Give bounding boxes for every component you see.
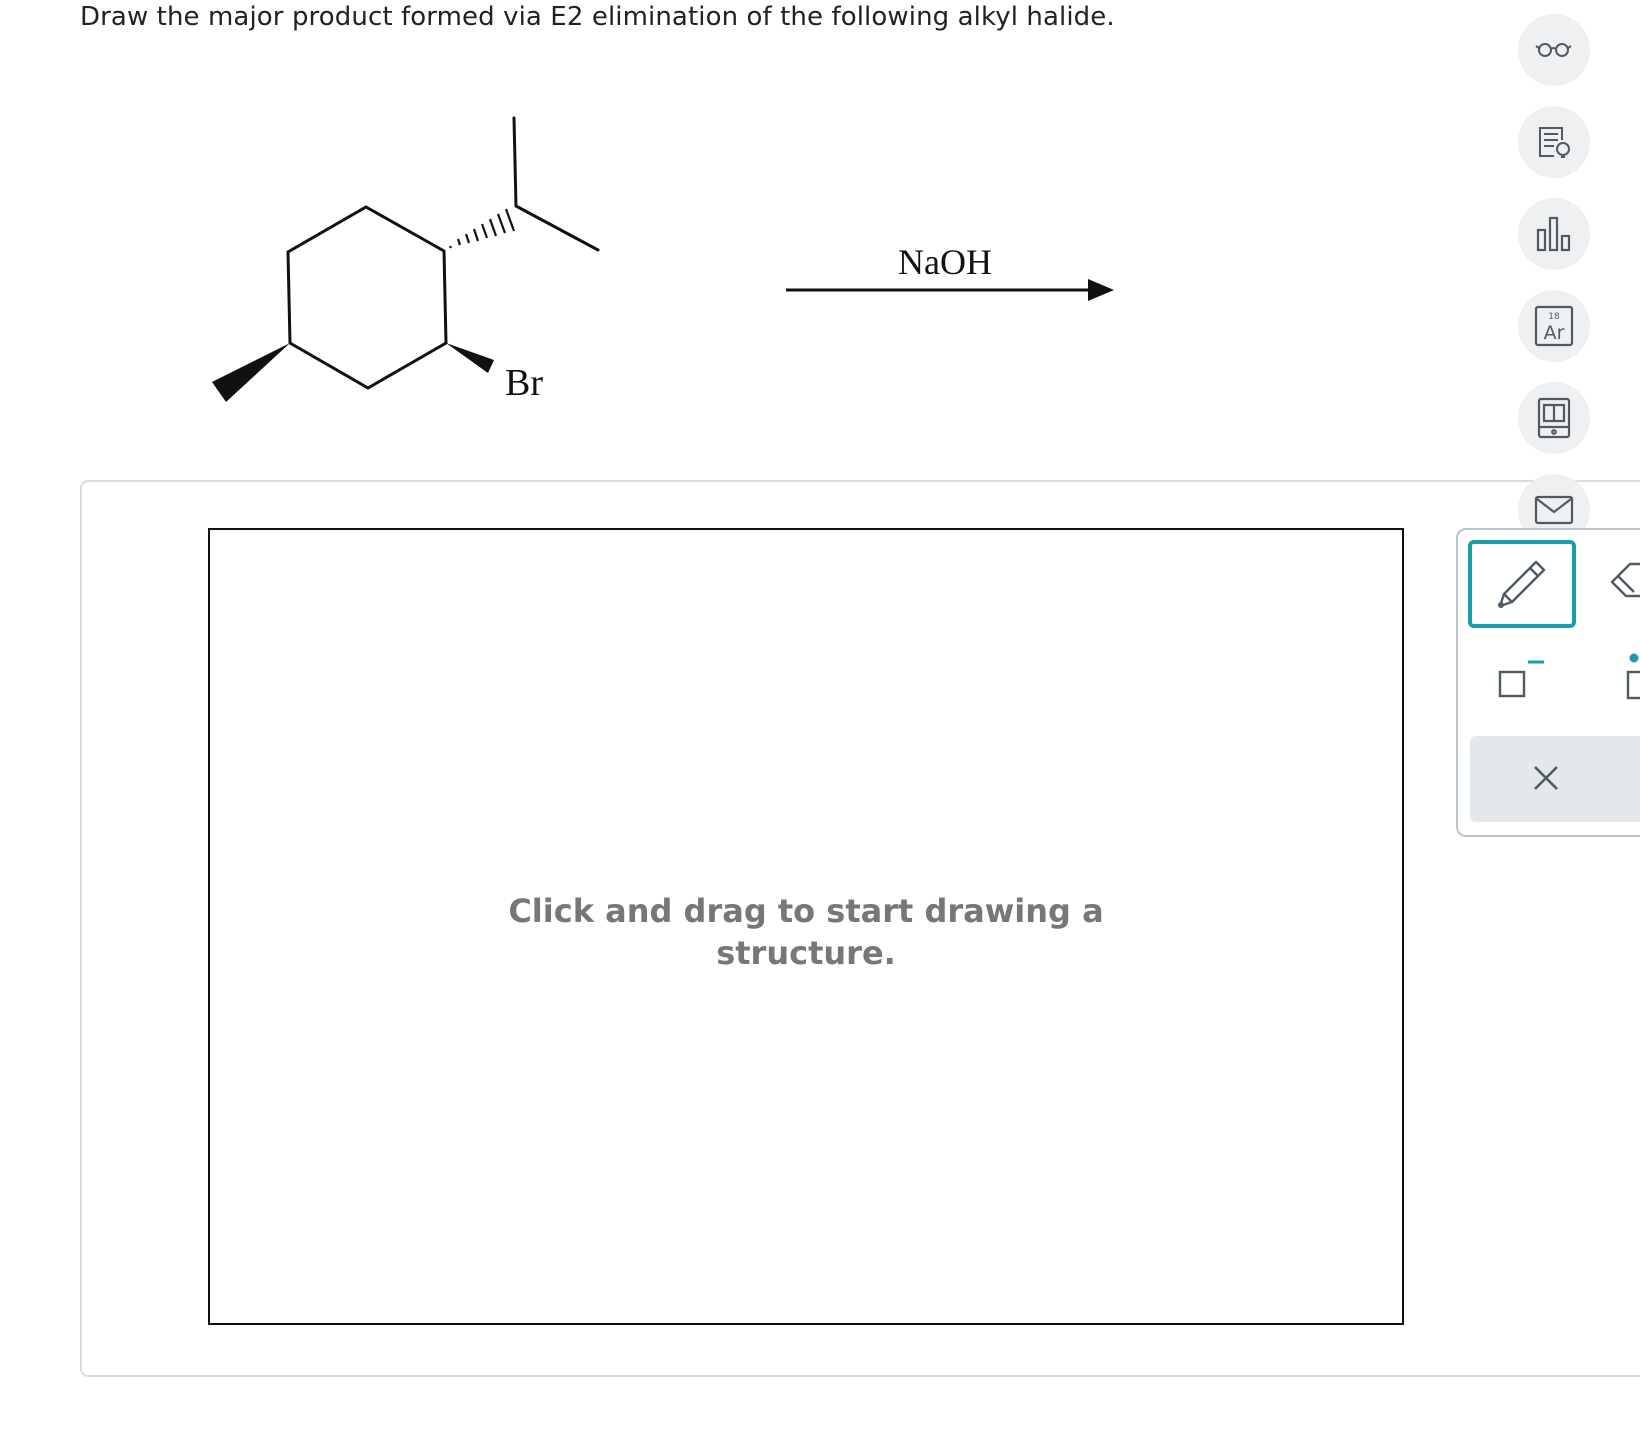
negative-charge-tool[interactable] [1498, 658, 1548, 704]
negative-charge-icon [1498, 660, 1544, 698]
isopropyl-ch-to-top-methyl [512, 116, 518, 208]
reaction-arrow-group: NaOH [780, 235, 1120, 305]
pencil-tool[interactable] [1468, 540, 1576, 628]
hint-button[interactable] [1518, 106, 1590, 178]
svg-text:18: 18 [1548, 312, 1560, 322]
hint-document-icon [1539, 127, 1570, 158]
ebook-button[interactable] [1518, 382, 1590, 454]
drawing-canvas[interactable]: Click and drag to start drawing a struct… [208, 528, 1404, 1325]
ebook-icon [1537, 397, 1571, 439]
radical-tool[interactable] [1624, 652, 1640, 706]
bar-chart-icon [1536, 216, 1571, 252]
eraser-tool[interactable] [1608, 560, 1640, 604]
reactant-structure: Br [212, 116, 600, 404]
bromine-wedge-bond [446, 343, 494, 373]
cyclohexane-ring [286, 205, 448, 390]
isopropyl-hash-bond [449, 208, 516, 249]
mail-icon [1534, 495, 1574, 525]
question-text: Draw the major product formed via E2 eli… [80, 2, 1115, 32]
glasses-icon [1535, 43, 1572, 57]
close-icon [1534, 766, 1558, 790]
periodic-table-button[interactable]: 18 Ar [1518, 290, 1590, 362]
bromine-label: Br [505, 362, 543, 404]
radical-icon [1626, 653, 1640, 700]
clear-button[interactable] [1470, 736, 1640, 822]
methyl-wedge-bond [212, 343, 290, 402]
drawing-toolbox [1456, 528, 1640, 837]
data-button[interactable] [1518, 198, 1590, 270]
glasses-button[interactable] [1518, 14, 1590, 86]
svg-text:Ar: Ar [1544, 322, 1565, 344]
reaction-arrow [786, 279, 1114, 301]
isopropyl-ch-to-right-methyl [514, 204, 600, 252]
eraser-icon [1610, 562, 1640, 598]
pencil-icon [1498, 560, 1546, 608]
canvas-hint: Click and drag to start drawing a struct… [508, 892, 1104, 972]
periodic-table-icon: 18 Ar [1534, 305, 1574, 347]
